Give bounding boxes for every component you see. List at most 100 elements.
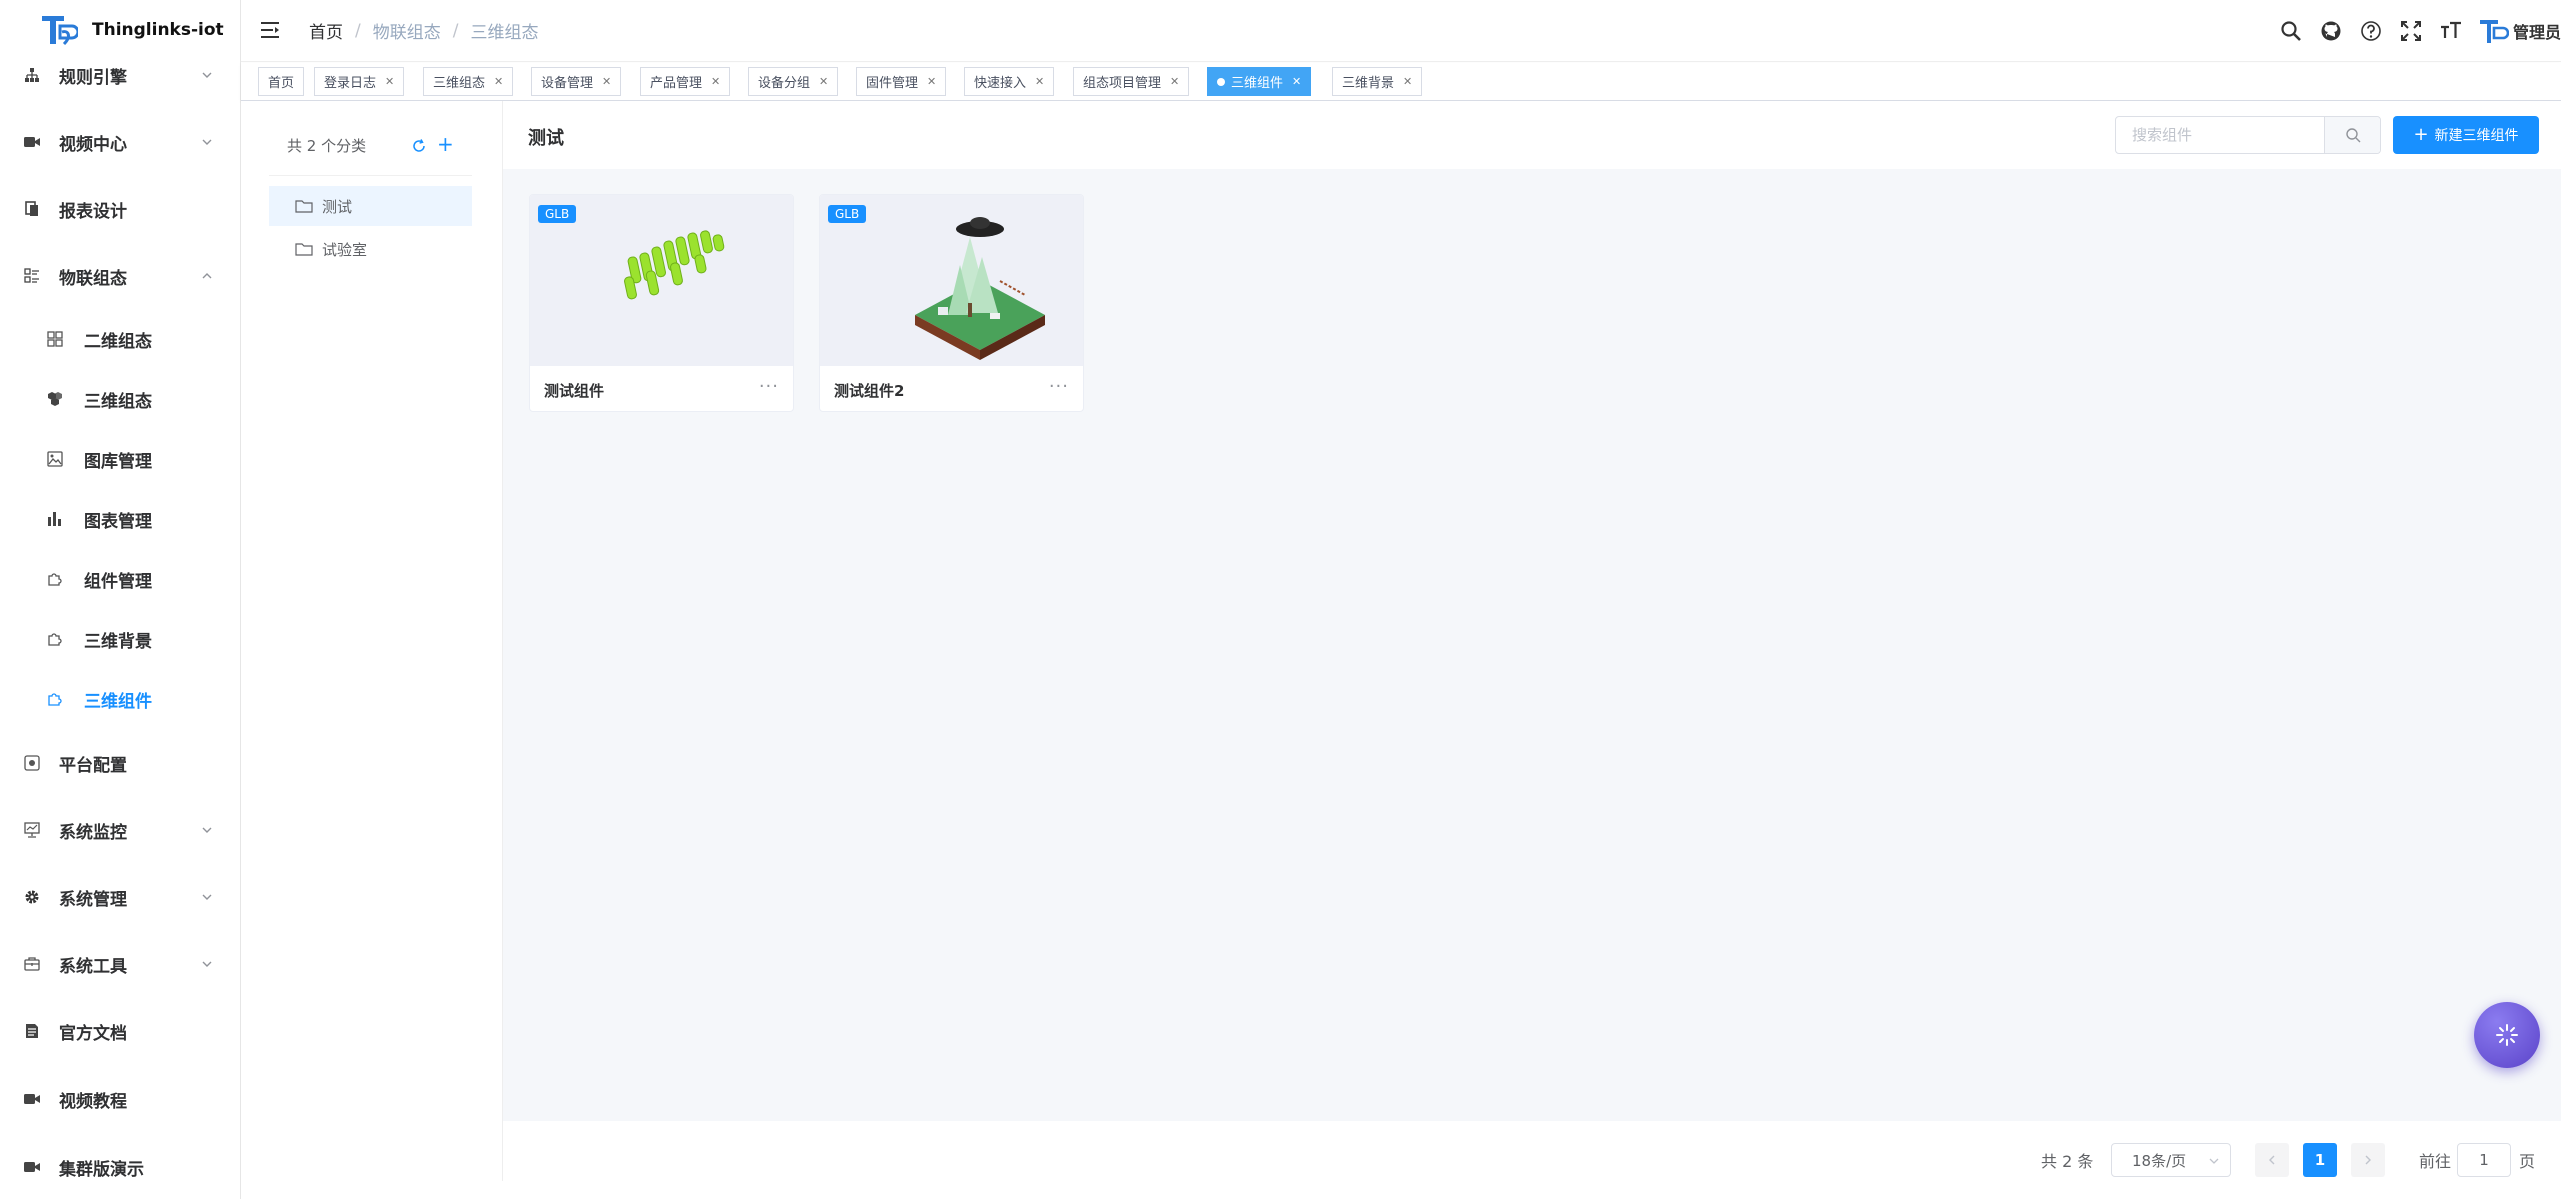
page-size-select[interactable]: 18条/页 xyxy=(2111,1143,2231,1177)
close-icon[interactable]: ✕ xyxy=(494,75,503,88)
toolbox-icon xyxy=(22,954,42,974)
page-number-current[interactable]: 1 xyxy=(2303,1143,2337,1177)
report-icon xyxy=(22,199,42,219)
category-item[interactable]: 测试 xyxy=(269,186,472,226)
next-page-button[interactable] xyxy=(2351,1143,2385,1177)
goto-page-input[interactable] xyxy=(2457,1143,2511,1177)
tag-config-project-management[interactable]: 组态项目管理 ✕ xyxy=(1073,67,1190,96)
breadcrumb-item-home[interactable]: 首页 xyxy=(309,18,343,43)
user-name: 管理员 xyxy=(2512,23,2561,42)
sidebar-item-3d-configuration[interactable]: 三维组态 xyxy=(0,374,240,424)
component-card[interactable]: GLB 测试组件2 ··· xyxy=(819,194,1084,412)
prev-page-button[interactable] xyxy=(2255,1143,2289,1177)
sidebar-item-rule-engine[interactable]: 规则引擎 xyxy=(0,50,240,100)
sidebar-item-3d-component[interactable]: 三维组件 xyxy=(0,674,240,724)
floating-assistant-button[interactable] xyxy=(2474,1002,2540,1068)
main-toolbar: 测试 + 新建三维组件 xyxy=(503,101,2561,169)
close-icon[interactable]: ✕ xyxy=(1170,75,1179,88)
tag-3d-component[interactable]: 三维组件 ✕ xyxy=(1207,67,1312,96)
sidebar-item-video-tutorial[interactable]: 视频教程 xyxy=(0,1074,240,1124)
component-name: 测试组件 xyxy=(544,382,605,400)
tag-product-management[interactable]: 产品管理 ✕ xyxy=(640,67,731,96)
tag-quick-access[interactable]: 快速接入 ✕ xyxy=(964,67,1055,96)
search-icon xyxy=(2345,128,2360,143)
tag-3d-configuration[interactable]: 三维组态 ✕ xyxy=(423,67,514,96)
sidebar-item-system-tools[interactable]: 系统工具 xyxy=(0,939,240,989)
sidebar-item-cluster-demo[interactable]: 集群版演示 xyxy=(0,1142,240,1192)
video-icon xyxy=(22,132,42,152)
folder-icon xyxy=(295,243,313,256)
more-options-icon[interactable]: ··· xyxy=(759,378,779,396)
chevron-left-icon xyxy=(2269,1155,2275,1165)
component-thumbnail: GLB xyxy=(530,195,793,366)
tag-home[interactable]: 首页 xyxy=(258,67,305,96)
grid-icon xyxy=(45,329,65,349)
category-item[interactable]: 试验室 xyxy=(269,229,472,269)
close-icon[interactable]: ✕ xyxy=(819,75,828,88)
logo[interactable]: Thinglinks-iot xyxy=(38,8,224,52)
puzzle-outline-icon xyxy=(45,629,65,649)
sidebar-item-iot-configuration[interactable]: 物联组态 xyxy=(0,251,240,301)
search-box xyxy=(2115,116,2381,154)
hamburger-icon[interactable] xyxy=(259,19,281,41)
refresh-icon[interactable] xyxy=(411,138,427,154)
sparkle-icon xyxy=(2496,1024,2518,1046)
tag-device-management[interactable]: 设备管理 ✕ xyxy=(531,67,622,96)
breadcrumb-separator: / xyxy=(452,20,459,41)
chevron-down-icon xyxy=(202,961,212,967)
more-options-icon[interactable]: ··· xyxy=(1049,378,1069,396)
fullscreen-icon[interactable] xyxy=(2391,12,2431,50)
active-dot-icon xyxy=(1217,77,1225,86)
close-icon[interactable]: ✕ xyxy=(1403,75,1412,88)
close-icon[interactable]: ✕ xyxy=(602,75,611,88)
sidebar-item-2d-configuration[interactable]: 二维组态 xyxy=(0,314,240,364)
add-category-button[interactable]: + xyxy=(437,134,454,154)
video-icon xyxy=(22,1089,42,1109)
chevron-down-icon xyxy=(202,72,212,78)
sidebar-item-platform-config[interactable]: 平台配置 xyxy=(0,738,240,788)
breadcrumb-separator: / xyxy=(355,20,361,41)
tags-view: 首页 登录日志 ✕ 三维组态 ✕ 设备管理 ✕ 产品管理 ✕ 设备分组 ✕ 固件管理 ✕ 快… xyxy=(241,63,2561,101)
sidebar-item-report-design[interactable]: 报表设计 xyxy=(0,184,240,234)
close-icon[interactable]: ✕ xyxy=(1035,75,1044,88)
breadcrumb-item-iot: 物联组态 xyxy=(372,23,441,43)
sidebar: Thinglinks-iot 规则引擎 视频中心 报表设计 物联组态 二维组态 … xyxy=(0,0,241,1199)
pagination: 共 2 条 18条/页 1 前往 页 xyxy=(503,1130,2561,1190)
new-3d-component-button[interactable]: + 新建三维组件 xyxy=(2393,116,2539,154)
component-thumbnail: GLB xyxy=(820,195,1083,366)
help-icon[interactable] xyxy=(2351,12,2391,50)
close-icon[interactable]: ✕ xyxy=(927,75,936,88)
search-input[interactable] xyxy=(2116,117,2325,153)
font-size-icon[interactable] xyxy=(2431,12,2471,50)
tag-device-group[interactable]: 设备分组 ✕ xyxy=(748,67,839,96)
sidebar-item-component-management[interactable]: 组件管理 xyxy=(0,554,240,604)
close-icon[interactable]: ✕ xyxy=(385,75,394,88)
chevron-down-icon xyxy=(2209,1158,2219,1164)
sidebar-item-system-management[interactable]: 系统管理 xyxy=(0,872,240,922)
sidebar-item-chart-management[interactable]: 图表管理 xyxy=(0,494,240,544)
tag-3d-background[interactable]: 三维背景 ✕ xyxy=(1332,67,1423,96)
github-icon[interactable] xyxy=(2311,12,2351,50)
config-icon xyxy=(22,753,42,773)
app-name: Thinglinks-iot xyxy=(92,20,224,40)
sidebar-item-3d-background[interactable]: 三维背景 xyxy=(0,614,240,664)
close-icon[interactable]: ✕ xyxy=(1292,75,1301,88)
category-header: 共 2 个分类 + xyxy=(287,134,455,161)
close-icon[interactable]: ✕ xyxy=(711,75,720,88)
component-card[interactable]: GLB 测试组件 ··· xyxy=(529,194,794,412)
sidebar-item-video-center[interactable]: 视频中心 xyxy=(0,117,240,167)
sidebar-item-system-monitor[interactable]: 系统监控 xyxy=(0,805,240,855)
logo-mark-icon xyxy=(42,16,78,46)
sidebar-item-gallery-management[interactable]: 图库管理 xyxy=(0,434,240,484)
tag-login-log[interactable]: 登录日志 ✕ xyxy=(314,67,405,96)
gear-icon xyxy=(22,887,42,907)
tag-firmware-management[interactable]: 固件管理 ✕ xyxy=(856,67,947,96)
folder-icon xyxy=(295,200,313,213)
user-menu[interactable]: 管理员 xyxy=(2477,15,2561,47)
chevron-up-icon xyxy=(202,273,212,279)
search-button[interactable] xyxy=(2325,117,2380,153)
sidebar-item-official-docs[interactable]: 官方文档 xyxy=(0,1006,240,1056)
search-icon[interactable] xyxy=(2271,12,2311,50)
category-panel: 共 2 个分类 + 测试 试验室 xyxy=(241,101,503,1181)
goto-label: 前往 xyxy=(2419,1152,2452,1171)
